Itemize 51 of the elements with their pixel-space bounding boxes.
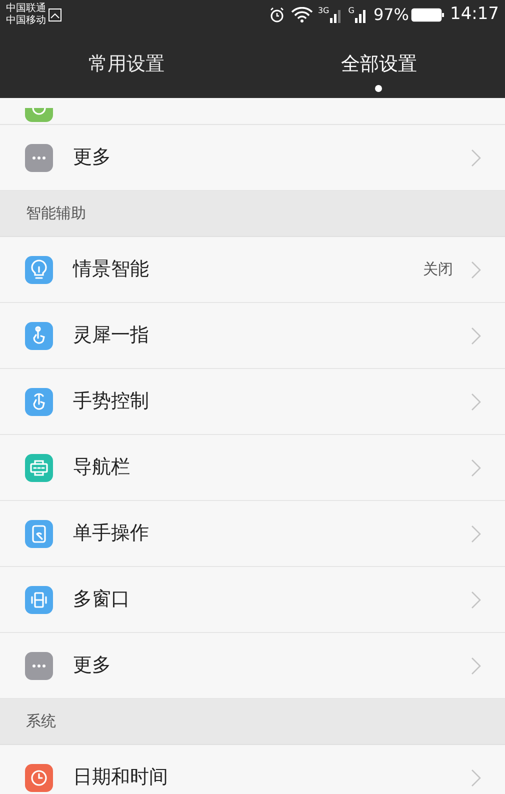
phone-hand-icon <box>25 520 53 548</box>
more-icon <box>25 652 53 680</box>
chevron-icon <box>471 326 481 344</box>
signal-icon <box>329 7 344 23</box>
setting-label: 多窗口 <box>73 587 130 612</box>
setting-label: 更多 <box>73 653 111 678</box>
navigation-bar-icon <box>25 454 53 482</box>
chevron-icon <box>471 524 481 542</box>
settings-row[interactable]: 单手操作 <box>0 501 505 567</box>
chevron-icon <box>471 656 481 674</box>
battery-icon <box>411 7 445 23</box>
section-header: 系统 <box>0 699 505 745</box>
settings-row[interactable]: 导航栏 <box>0 435 505 501</box>
settings-row[interactable]: 手势控制 <box>0 369 505 435</box>
setting-value: 关闭 <box>423 259 453 280</box>
tab[interactable]: 常用设置 <box>0 30 252 98</box>
setting-label: 手势控制 <box>73 389 149 414</box>
clock-time: 14:17 <box>450 3 499 26</box>
setting-label: 导航栏 <box>73 455 130 480</box>
carrier-name: 中国移动 <box>6 15 46 27</box>
lightbulb-icon <box>25 256 53 284</box>
network-type: 3G <box>318 7 330 15</box>
hand-icon <box>25 388 53 416</box>
chevron-icon <box>471 148 481 166</box>
setting-label: 情景智能 <box>73 257 149 282</box>
settings-row[interactable]: 灵犀一指 <box>0 303 505 369</box>
wifi-icon <box>290 7 313 23</box>
more-icon <box>25 144 53 172</box>
finger-icon <box>25 322 53 350</box>
setting-label: 更多 <box>73 145 111 170</box>
image-icon <box>48 8 62 22</box>
split-window-icon <box>25 586 53 614</box>
section-header: 智能辅助 <box>0 191 505 237</box>
battery-percent: 97% <box>373 4 409 26</box>
chevron-icon <box>471 260 481 278</box>
chevron-icon <box>471 590 481 608</box>
signal-icon <box>354 7 368 23</box>
clock-icon <box>25 764 53 792</box>
settings-row[interactable]: 日期和时间 <box>0 745 505 794</box>
carrier-name: 中国联通 <box>6 3 46 14</box>
settings-row[interactable]: 情景智能 关闭 <box>0 237 505 303</box>
alarm-icon <box>268 7 285 23</box>
setting-label: 单手操作 <box>73 521 149 546</box>
chevron-icon <box>471 392 481 410</box>
setting-label: 灵犀一指 <box>73 323 149 348</box>
setting-label: 日期和时间 <box>73 765 168 790</box>
tab[interactable]: 全部设置 <box>252 30 505 98</box>
chevron-icon <box>471 768 481 786</box>
chevron-icon <box>471 458 481 476</box>
network-type: G <box>348 7 354 15</box>
settings-row[interactable]: 多窗口 <box>0 567 505 633</box>
